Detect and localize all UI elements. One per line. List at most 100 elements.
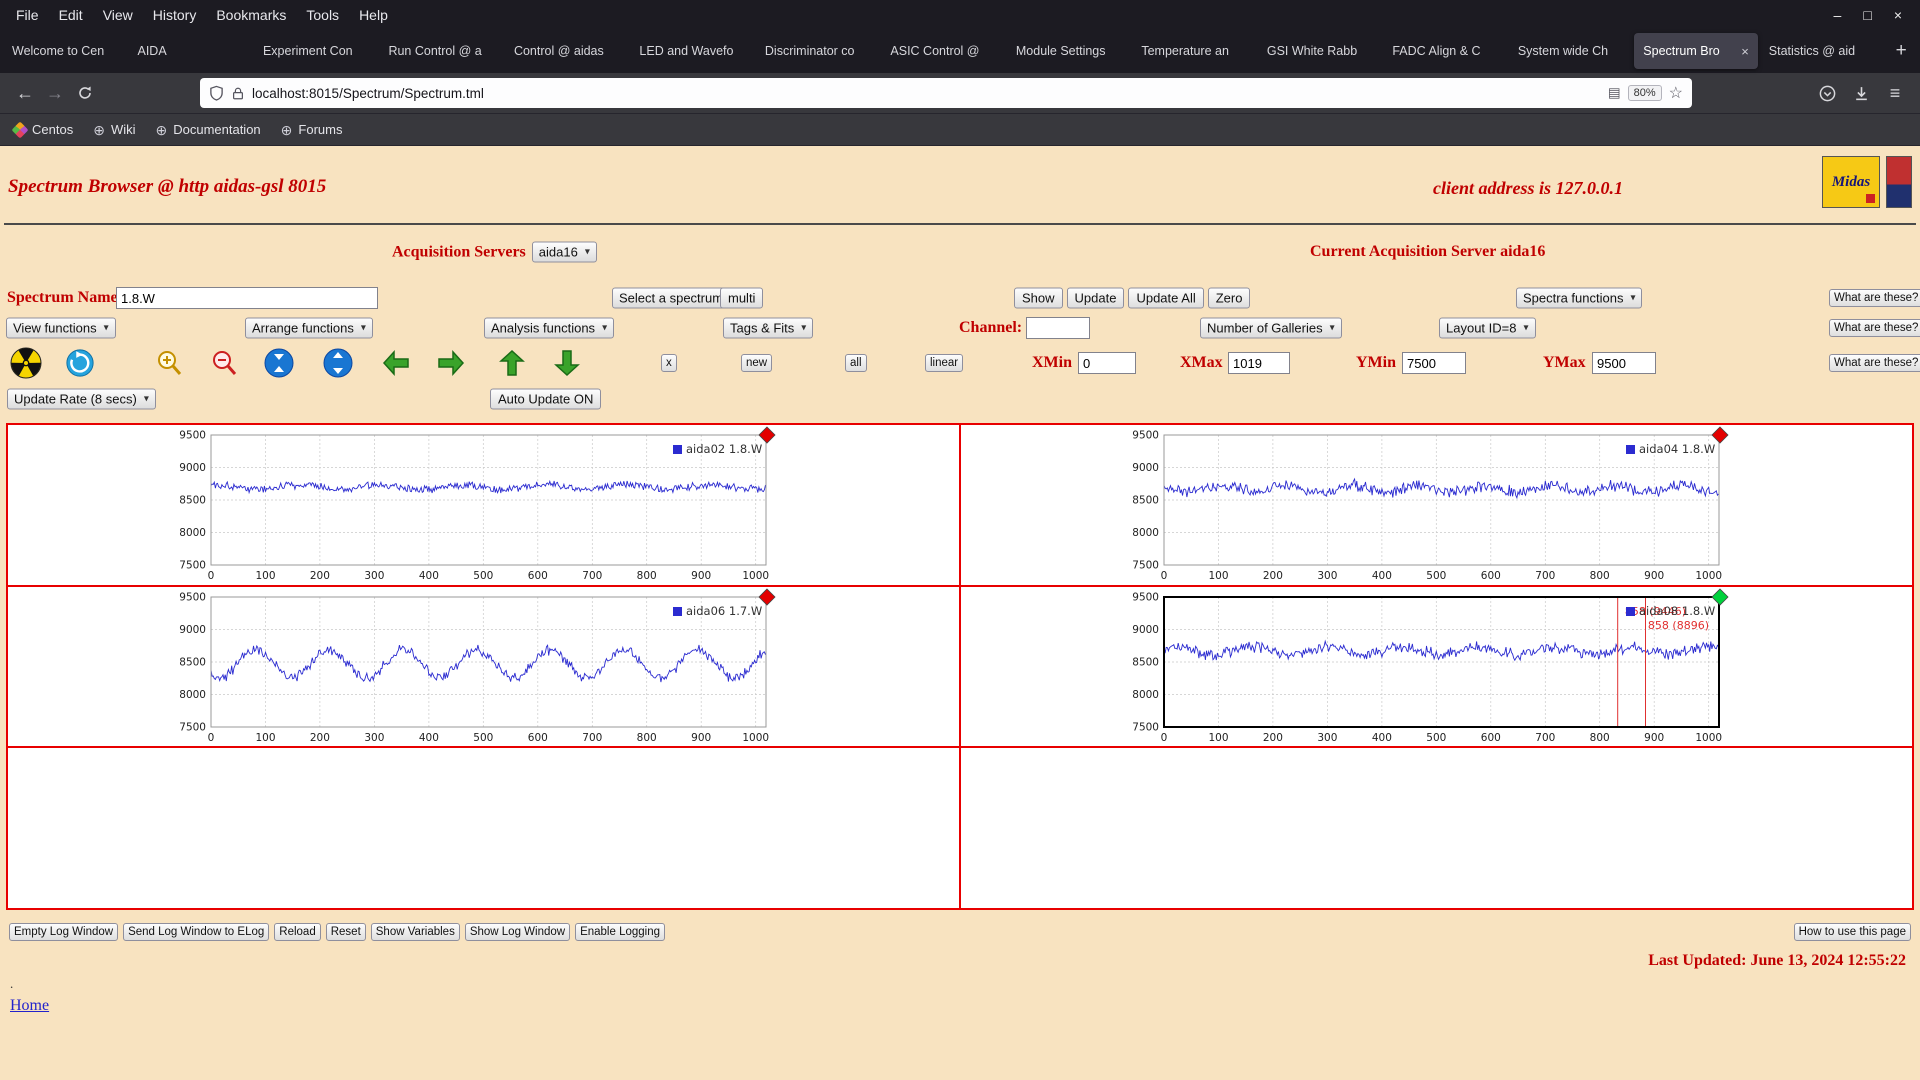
zoom-level-chip[interactable]: 80% [1627, 85, 1662, 101]
shift-up-icon[interactable] [496, 347, 528, 379]
tags-fits-select[interactable]: Tags & Fits [723, 317, 814, 339]
tab[interactable]: Module Settings [1007, 33, 1130, 69]
send-log-window-to-elog-button[interactable]: Send Log Window to ELog [123, 923, 270, 941]
enable-logging-button[interactable]: Enable Logging [575, 923, 666, 941]
bookmark-star-icon[interactable]: ☆ [1669, 83, 1683, 103]
multi-button[interactable]: multi [720, 287, 764, 309]
spectrum-chart[interactable]: aida02 1.8.W 7500 8000 8500 9000 9500 0 100 200 3… [173, 425, 777, 590]
shift-left-icon[interactable] [380, 347, 412, 379]
acquisition-server-select[interactable]: aida16 [531, 241, 597, 263]
url-text[interactable]: localhost:8015/Spectrum/Spectrum.tml [252, 86, 1601, 101]
spectrum-chart[interactable]: aida04 1.8.W 7500 8000 8500 9000 9500 0 100 200 3… [1126, 425, 1730, 590]
new-tab-button[interactable]: + [1884, 34, 1918, 68]
zero-button[interactable]: Zero [1207, 287, 1251, 309]
auto-update-button[interactable]: Auto Update ON [490, 388, 602, 410]
menu-help[interactable]: Help [349, 3, 398, 27]
reload-button[interactable] [70, 78, 100, 108]
spectra-functions-select[interactable]: Spectra functions [1516, 287, 1643, 309]
gallery-cell[interactable]: aida06 1.7.W 7500 8000 8500 9000 9500 0 100 200 3… [7, 585, 960, 748]
gallery-cell[interactable]: 858 (9446) 858 (8896) aida08 1.8.W 7500 8000… [960, 585, 1913, 748]
download-icon[interactable] [1846, 78, 1876, 108]
show-button[interactable]: Show [1014, 287, 1063, 309]
new-button[interactable]: new [741, 354, 773, 372]
app-menu-icon[interactable]: ≡ [1880, 78, 1910, 108]
shift-right-icon[interactable] [435, 347, 467, 379]
tab[interactable]: Discriminator co [756, 33, 879, 69]
shield-icon[interactable] [209, 85, 224, 101]
tab[interactable]: Welcome to Cen [3, 33, 126, 69]
channel-input[interactable] [1026, 317, 1090, 339]
menu-bookmarks[interactable]: Bookmarks [206, 3, 296, 27]
url-bar[interactable]: localhost:8015/Spectrum/Spectrum.tml ▤ 8… [200, 78, 1692, 108]
tab-label: Spectrum Bro [1643, 44, 1720, 58]
tab[interactable]: AIDA [128, 33, 251, 69]
reload-button[interactable]: Reload [274, 923, 321, 941]
view-functions-select[interactable]: View functions [6, 317, 116, 339]
update-button[interactable]: Update [1066, 287, 1125, 309]
spectrum-name-input[interactable] [116, 287, 378, 309]
ymax-input[interactable] [1592, 352, 1656, 374]
empty-log-window-button[interactable]: Empty Log Window [9, 923, 119, 941]
what-are-these-button-3[interactable]: What are these? [1829, 354, 1920, 372]
arrange-functions-select[interactable]: Arrange functions [245, 317, 373, 339]
how-to-use-button[interactable]: How to use this page [1793, 923, 1911, 941]
analysis-functions-select[interactable]: Analysis functions [484, 317, 615, 339]
tab[interactable]: FADC Align & C [1383, 33, 1506, 69]
maximize-button[interactable]: □ [1863, 7, 1871, 23]
layout-id-select[interactable]: Layout ID=8 [1439, 317, 1536, 339]
spectrum-chart[interactable]: aida06 1.7.W 7500 8000 8500 9000 9500 0 100 200 3… [173, 587, 777, 752]
home-link[interactable]: Home [10, 997, 49, 1015]
pocket-icon[interactable] [1812, 78, 1842, 108]
forward-button[interactable]: → [40, 78, 70, 108]
shift-down-icon[interactable] [551, 347, 583, 379]
all-button[interactable]: all [845, 354, 867, 372]
menu-edit[interactable]: Edit [49, 3, 93, 27]
tab[interactable]: Control @ aidas [505, 33, 628, 69]
tab[interactable]: GSI White Rabb [1258, 33, 1381, 69]
show-log-window-button[interactable]: Show Log Window [464, 923, 571, 941]
lock-icon[interactable] [231, 86, 245, 101]
zoom-out-icon[interactable] [208, 347, 240, 379]
compress-y-icon[interactable] [263, 347, 295, 379]
tab[interactable]: System wide Ch [1509, 33, 1632, 69]
refresh-icon[interactable] [64, 347, 96, 379]
radiation-icon[interactable] [10, 347, 42, 379]
linear-button[interactable]: linear [925, 354, 964, 372]
close-button[interactable]: × [1894, 7, 1902, 23]
bookmark-wiki[interactable]: ⊕ Wiki [93, 122, 135, 137]
xmax-input[interactable] [1228, 352, 1290, 374]
minimize-button[interactable]: – [1834, 7, 1842, 23]
bookmark-documentation[interactable]: ⊕ Documentation [155, 122, 260, 137]
gallery-cell[interactable]: aida02 1.8.W 7500 8000 8500 9000 9500 0 100 200 3… [7, 424, 960, 586]
ymin-input[interactable] [1402, 352, 1466, 374]
zoom-in-icon[interactable] [153, 347, 185, 379]
number-of-galleries-select[interactable]: Number of Galleries [1200, 317, 1342, 339]
what-are-these-button-1[interactable]: What are these? [1829, 289, 1920, 307]
tab-close-icon[interactable]: × [1741, 44, 1749, 59]
reader-mode-icon[interactable]: ▤ [1608, 85, 1621, 101]
expand-y-icon[interactable] [322, 347, 354, 379]
show-variables-button[interactable]: Show Variables [370, 923, 460, 941]
menu-tools[interactable]: Tools [296, 3, 349, 27]
x-button[interactable]: x [661, 354, 677, 372]
update-all-button[interactable]: Update All [1128, 287, 1204, 309]
tab[interactable]: Temperature an [1132, 33, 1255, 69]
menu-file[interactable]: File [6, 3, 49, 27]
tab[interactable]: ASIC Control @ [881, 33, 1004, 69]
tab[interactable]: Run Control @ a [379, 33, 502, 69]
spectrum-chart[interactable]: 858 (9446) 858 (8896) aida08 1.8.W 7500 8000… [1126, 587, 1730, 752]
update-rate-select[interactable]: Update Rate (8 secs) [7, 388, 156, 410]
bookmark-centos[interactable]: Centos [11, 121, 73, 138]
menu-view[interactable]: View [93, 3, 143, 27]
what-are-these-button-2[interactable]: What are these? [1829, 319, 1920, 337]
tab[interactable]: Experiment Con [254, 33, 377, 69]
gallery-cell[interactable]: aida04 1.8.W 7500 8000 8500 9000 9500 0 100 200 3… [960, 424, 1913, 586]
back-button[interactable]: ← [10, 78, 40, 108]
tab[interactable]: Spectrum Bro × [1634, 33, 1758, 69]
bookmark-forums[interactable]: ⊕ Forums [281, 122, 343, 137]
xmin-input[interactable] [1078, 352, 1136, 374]
menu-history[interactable]: History [143, 3, 207, 27]
reset-button[interactable]: Reset [325, 923, 366, 941]
tab[interactable]: LED and Wavefo [630, 33, 753, 69]
tab[interactable]: Statistics @ aid [1760, 33, 1883, 69]
